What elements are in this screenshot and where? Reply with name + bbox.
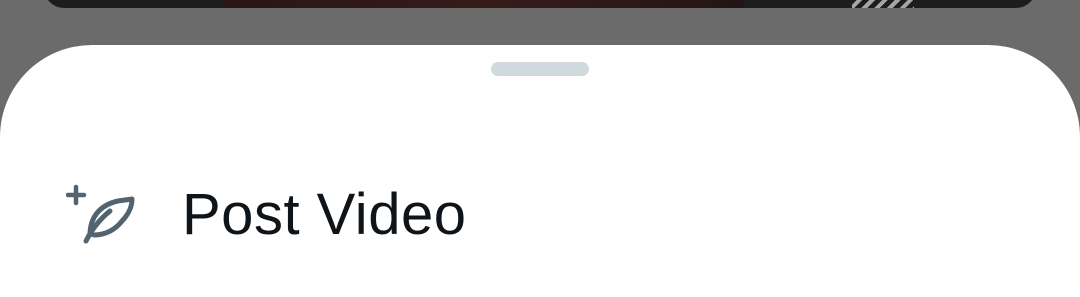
bottom-sheet: Post Video <box>0 45 1080 297</box>
video-preview-pattern <box>852 0 914 8</box>
sheet-drag-handle[interactable] <box>491 62 589 76</box>
compose-feather-plus-icon <box>66 184 135 244</box>
video-preview-peek <box>44 0 1036 8</box>
post-video-menu-item[interactable]: Post Video <box>0 165 1080 269</box>
post-video-label: Post Video <box>182 182 467 247</box>
video-preview-content <box>224 0 744 8</box>
